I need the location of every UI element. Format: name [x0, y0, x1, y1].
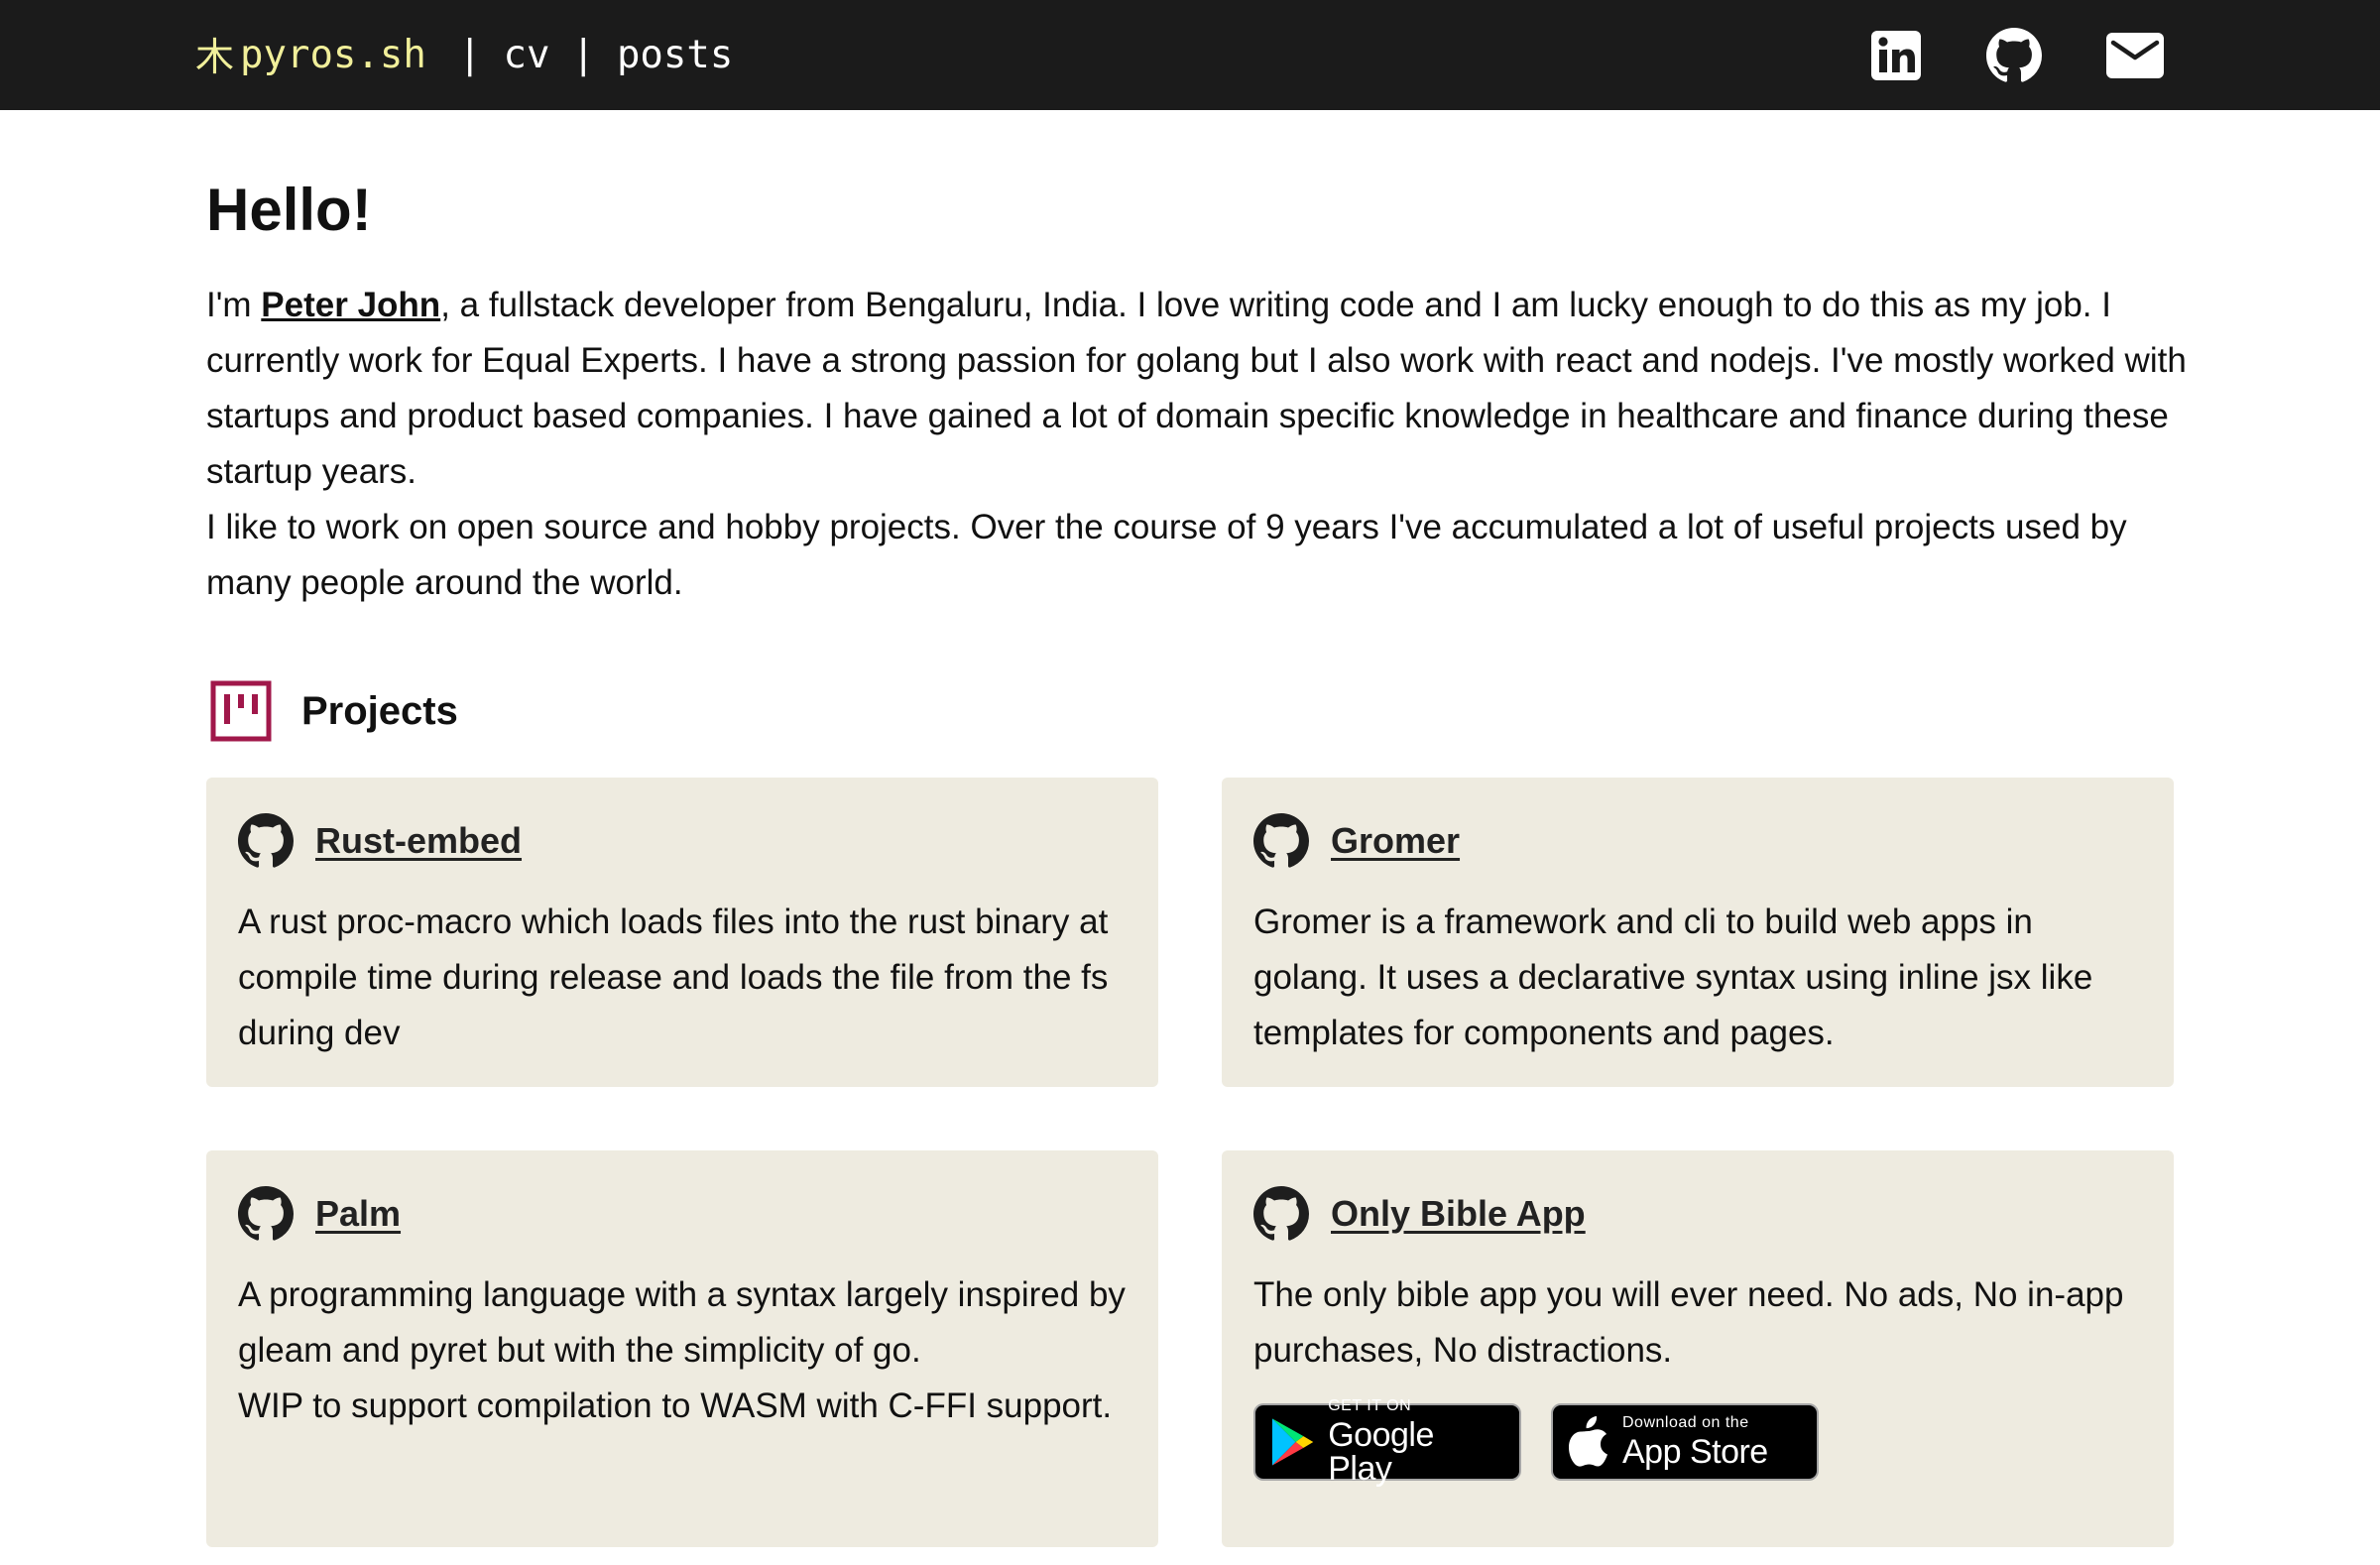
project-description: The only bible app you will ever need. N… [1253, 1267, 2142, 1379]
author-name-link[interactable]: Peter John [261, 286, 440, 324]
github-link[interactable] [1986, 28, 2042, 83]
project-card-palm: Palm A programming language with a synta… [206, 1150, 1158, 1547]
description-text: A rust proc-macro which loads files into… [238, 903, 1109, 1052]
mail-icon [2106, 33, 2164, 78]
description-text: WIP to support compilation to WASM with … [238, 1386, 1113, 1425]
project-description: Gromer is a framework and cli to build w… [1253, 895, 2142, 1061]
description-text: Gromer is a framework and cli to build w… [1253, 903, 2093, 1052]
brand-text: pyros.sh [240, 32, 426, 77]
github-icon [238, 1186, 294, 1241]
projects-heading: Projects [210, 680, 458, 742]
card-header: Gromer [1253, 813, 1460, 869]
linkedin-icon [1871, 31, 1921, 80]
nav-link-posts[interactable]: posts [617, 33, 733, 77]
intro-text: I'm Peter John, a fullstack developer fr… [206, 278, 2190, 611]
project-link-only-bible-app[interactable]: Only Bible App [1331, 1193, 1586, 1235]
google-play-badge[interactable]: GET IT ON Google Play [1253, 1398, 1521, 1486]
brand-kanji: 木 [195, 36, 235, 80]
store-small-label: GET IT ON [1328, 1397, 1412, 1414]
project-link-palm[interactable]: Palm [315, 1193, 401, 1235]
brand-logo-link[interactable]: 木 pyros.sh [195, 28, 426, 81]
project-card-gromer: Gromer Gromer is a framework and cli to … [1222, 778, 2174, 1087]
store-big-label: App Store [1622, 1433, 1768, 1471]
email-link[interactable] [2106, 28, 2164, 83]
intro-body: , a fullstack developer from Bengaluru, … [206, 286, 2187, 491]
github-icon [238, 813, 294, 868]
project-description: A rust proc-macro which loads files into… [238, 895, 1127, 1061]
intro-paragraph-2: I like to work on open source and hobby … [206, 508, 2127, 602]
project-card-only-bible-app: Only Bible App The only bible app you wi… [1222, 1150, 2174, 1547]
kanban-board-icon [210, 680, 272, 742]
page-title: Hello! [206, 177, 372, 243]
apple-icon [1569, 1416, 1607, 1467]
project-description: A programming language with a syntax lar… [238, 1267, 1127, 1434]
project-link-gromer[interactable]: Gromer [1331, 820, 1460, 862]
intro-paragraph: I'm Peter John, a fullstack developer fr… [206, 278, 2190, 500]
card-header: Rust-embed [238, 813, 522, 869]
github-icon [1253, 813, 1309, 868]
project-link-rust-embed[interactable]: Rust-embed [315, 820, 522, 862]
nav-link-cv[interactable]: cv [503, 33, 549, 77]
app-store-badge[interactable]: Download on the App Store [1551, 1403, 1819, 1481]
card-header: Palm [238, 1186, 401, 1242]
top-navbar: 木 pyros.sh | cv | posts [0, 0, 2380, 110]
intro-prefix: I'm [206, 286, 262, 324]
description-text: A programming language with a syntax lar… [238, 1275, 1126, 1370]
google-play-icon [1271, 1418, 1314, 1466]
nav-separator: | [458, 32, 482, 77]
github-icon [1253, 1186, 1309, 1241]
linkedin-link[interactable] [1870, 28, 1922, 83]
card-header: Only Bible App [1253, 1186, 1586, 1242]
nav-separator: | [571, 32, 595, 77]
projects-title: Projects [301, 688, 458, 733]
store-big-label: Google Play [1328, 1416, 1434, 1488]
project-card-rust-embed: Rust-embed A rust proc-macro which loads… [206, 778, 1158, 1087]
main-nav: | cv | posts [436, 28, 733, 81]
store-badges: GET IT ON Google Play Download on the Ap… [1253, 1398, 1819, 1486]
description-text: The only bible app you will ever need. N… [1253, 1275, 2124, 1370]
github-icon [1986, 28, 2042, 82]
store-small-label: Download on the [1622, 1414, 1749, 1431]
